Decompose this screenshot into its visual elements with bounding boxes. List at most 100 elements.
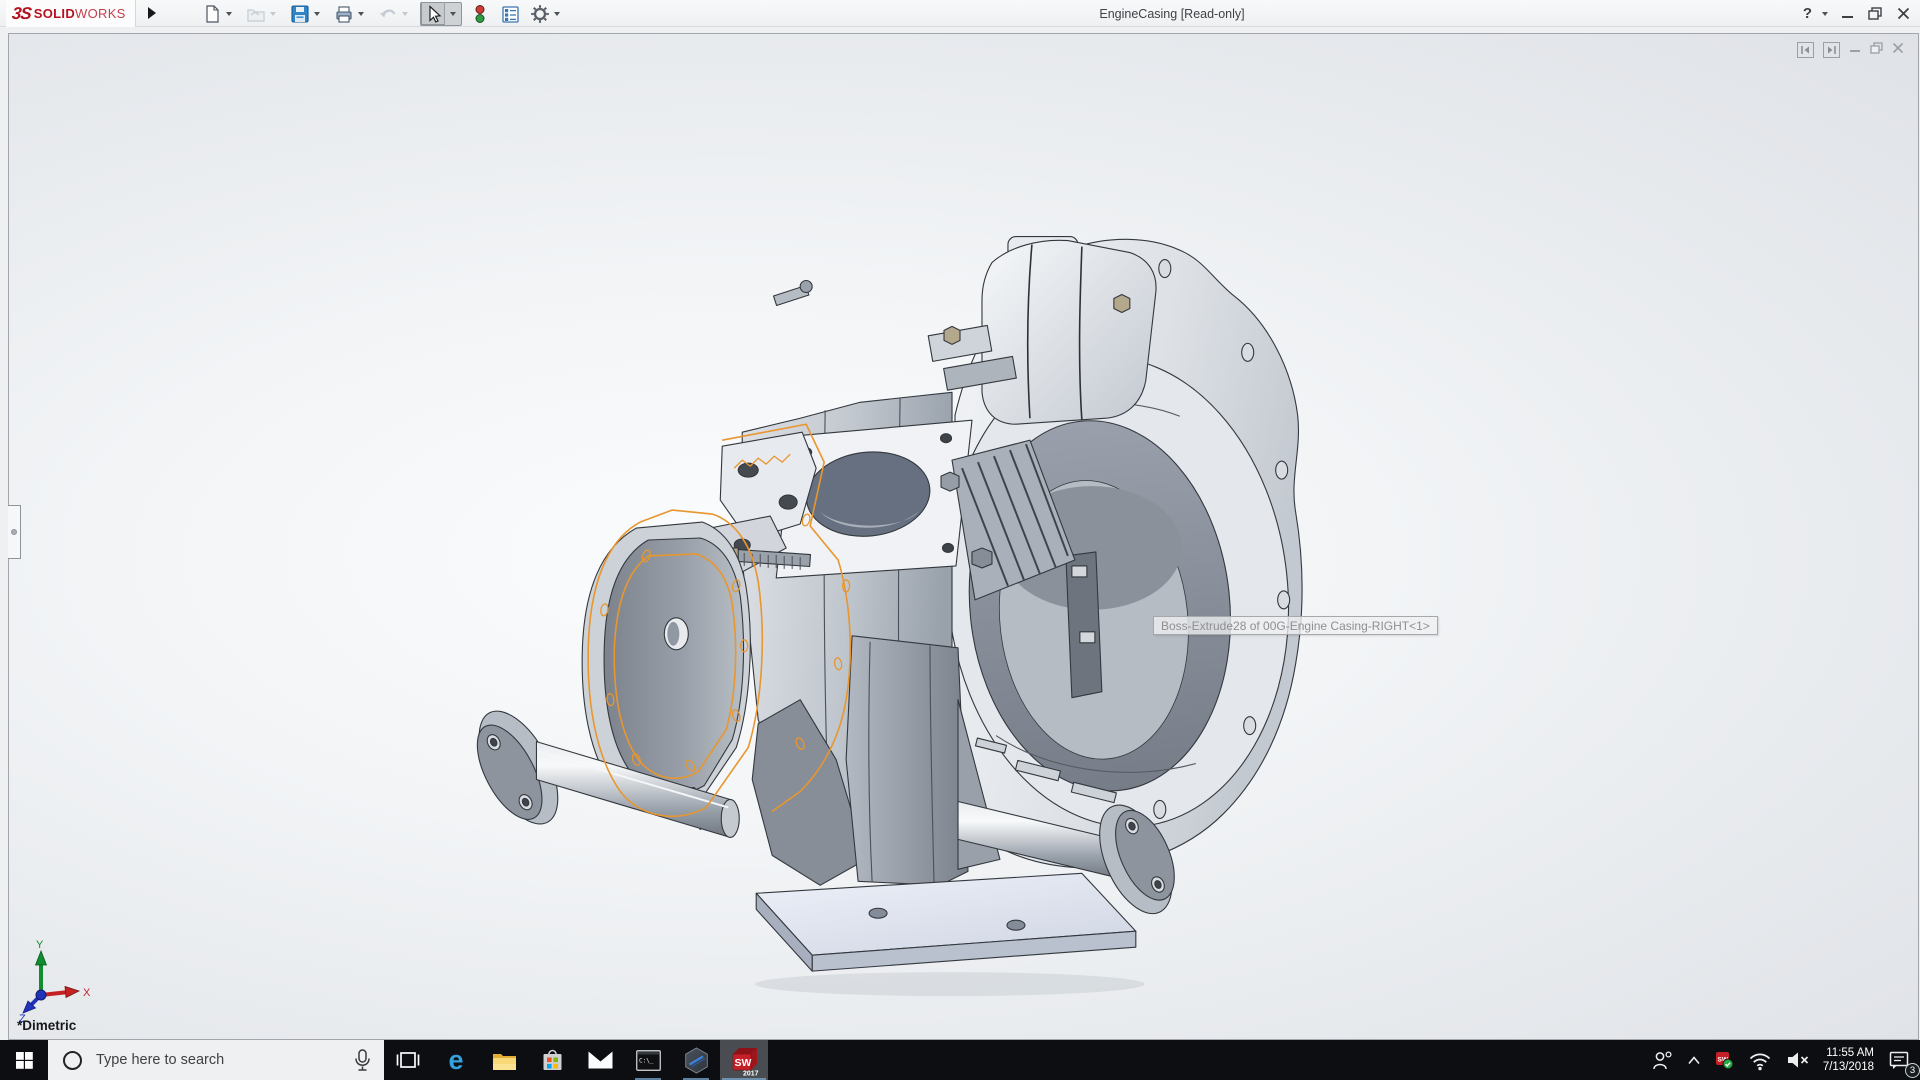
mail-button[interactable] [576,1040,624,1080]
feature-pane-handle[interactable] [8,505,21,559]
rebuild-traffic-light-button[interactable] [468,2,492,25]
logo-solid-text: SOLID [34,6,75,21]
new-document-icon [202,4,222,24]
cursor-icon [423,4,443,24]
print-button[interactable] [332,2,356,25]
task-view-icon [396,1048,420,1072]
options-button[interactable] [528,2,552,25]
file-explorer-button[interactable] [480,1040,528,1080]
edge-button[interactable]: e [432,1040,480,1080]
open-icon [246,4,266,24]
properties-list-icon [500,4,520,24]
volume-muted-icon [1786,1050,1810,1070]
action-center-button[interactable]: 3 [1882,1040,1920,1080]
close-button[interactable] [1894,4,1912,24]
sw-icon-year: 2017 [743,1070,759,1077]
cortana-icon[interactable] [63,1051,82,1070]
graphics-area[interactable]: Boss-Extrude28 of 00G-Engine Casing-RIGH… [8,33,1919,1040]
people-button[interactable] [1645,1040,1680,1080]
command-prompt-button[interactable]: C:\_ [624,1040,672,1080]
triad-y-label: Y [36,939,44,951]
hexagon-app-icon [683,1047,710,1074]
microphone-icon[interactable] [353,1049,372,1072]
search-input[interactable] [96,1052,353,1068]
window-title: EngineCasing [Read-only] [1099,0,1244,27]
collapse-pane-left-button[interactable] [1797,42,1814,58]
titlebar: 3S SOLID WORKS [0,0,1920,27]
windows-logo-icon [16,1052,33,1069]
traffic-light-icon [470,4,490,24]
print-caret[interactable] [358,12,364,16]
file-explorer-icon [492,1050,517,1071]
toolbar-flyout-arrow[interactable] [148,7,156,19]
engine-casing-model[interactable] [9,34,1918,1039]
file-properties-button[interactable] [498,2,522,25]
minimize-button[interactable] [1838,4,1856,24]
reference-triad: Y X Z [19,939,99,1024]
solidworks-tray-badge[interactable]: SW [1708,1040,1741,1080]
hexagon-cad-app-button[interactable] [672,1040,720,1080]
document-window-controls [1797,41,1904,59]
wifi-button[interactable] [1741,1040,1779,1080]
select-tool-group [420,2,462,26]
gear-icon [530,4,550,24]
model-shadow [755,972,1145,996]
options-caret[interactable] [554,12,560,16]
store-button[interactable] [528,1040,576,1080]
volume-button[interactable] [1779,1040,1817,1080]
model-base-plate[interactable] [756,873,1136,971]
store-icon [541,1048,564,1072]
save-icon [290,4,310,24]
doc-minimize-icon [1849,42,1861,54]
close-icon [1897,7,1910,20]
help-caret[interactable] [1822,12,1828,16]
taskbar: e C: [0,1040,1920,1080]
command-prompt-icon: C:\_ [636,1050,661,1071]
chevron-up-icon [1687,1055,1701,1066]
view-orientation-label: *Dimetric [17,1018,76,1033]
tray-date: 7/13/2018 [1823,1060,1874,1074]
pane-left-icon [1800,45,1811,55]
doc-minimize-button[interactable] [1849,41,1861,59]
select-button[interactable] [421,2,445,25]
start-button[interactable] [0,1040,48,1080]
select-caret[interactable] [450,12,456,16]
window-controls: ? [1803,0,1912,27]
save-button[interactable] [288,2,312,25]
undo-icon [378,4,398,24]
system-tray: SW 11:55 AM 7/13/2018 [1645,1040,1920,1080]
help-button[interactable]: ? [1803,5,1812,22]
people-icon [1652,1050,1673,1071]
task-view-button[interactable] [384,1040,432,1080]
sw-icon-label: SW [735,1057,752,1069]
notification-badge: 3 [1905,1063,1920,1078]
triad-x-label: X [83,987,91,999]
cmd-prompt-text: C:\_ [639,1057,654,1064]
doc-restore-icon [1870,42,1883,54]
mail-icon [588,1051,613,1069]
doc-restore-button[interactable] [1870,41,1883,59]
doc-close-button[interactable] [1892,41,1904,59]
tray-time: 11:55 AM [1823,1046,1874,1060]
tray-overflow-chevron[interactable] [1680,1040,1708,1080]
solidworks-taskbar-button[interactable]: SW 2017 [720,1040,768,1080]
tray-clock[interactable]: 11:55 AM 7/13/2018 [1817,1046,1882,1074]
taskbar-search[interactable] [48,1040,384,1080]
restore-button[interactable] [1866,4,1884,24]
open-button[interactable] [244,2,268,25]
taskbar-apps: e C: [384,1040,768,1080]
collapse-pane-right-button[interactable] [1823,42,1840,58]
restore-icon [1868,7,1882,20]
feature-tooltip: Boss-Extrude28 of 00G-Engine Casing-RIGH… [1153,616,1438,635]
undo-button[interactable] [376,2,400,25]
open-caret[interactable] [270,12,276,16]
edge-icon: e [448,1047,463,1074]
minimize-icon [1841,7,1854,20]
sw-tray-icon: SW [1715,1051,1734,1070]
save-caret[interactable] [314,12,320,16]
new-document-button[interactable] [200,2,224,25]
solidworks-app-icon: SW 2017 [728,1044,760,1077]
undo-caret[interactable] [402,12,408,16]
new-caret[interactable] [226,12,232,16]
pane-right-icon [1826,45,1837,55]
